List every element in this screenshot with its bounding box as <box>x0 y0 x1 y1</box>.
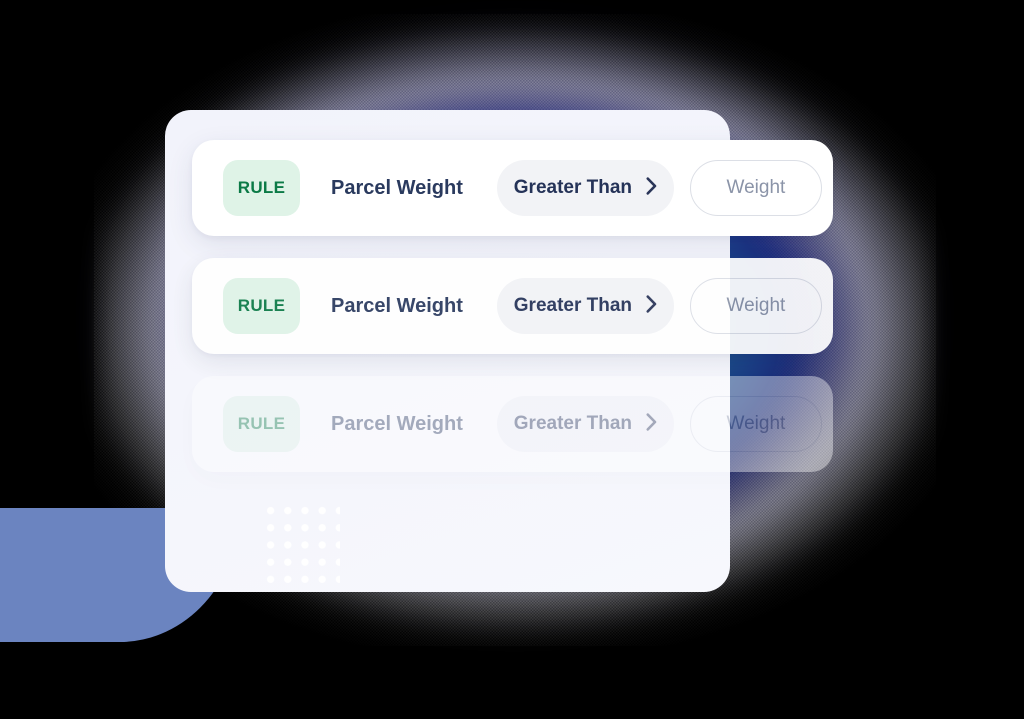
rule-value-input[interactable]: Weight <box>689 278 822 334</box>
rule-value-input[interactable]: Weight <box>689 396 822 452</box>
rules-panel: RULE Parcel Weight Greater Than Weight R… <box>165 110 833 592</box>
rule-row[interactable]: RULE Parcel Weight Greater Than Weight <box>192 258 833 354</box>
rule-badge-label: RULE <box>237 414 286 433</box>
rule-badge-label: RULE <box>237 178 286 197</box>
rule-row[interactable]: RULE Parcel Weight Greater Than Weight <box>192 140 833 236</box>
rule-field-label: Parcel Weight <box>331 294 463 317</box>
chevron-right-icon <box>646 412 657 436</box>
operator-dropdown[interactable]: Greater Than <box>496 160 674 216</box>
rule-badge: RULE <box>223 396 300 452</box>
operator-label: Greater Than <box>513 177 633 198</box>
rule-value-input[interactable]: Weight <box>689 160 822 216</box>
rule-field-label: Parcel Weight <box>331 412 463 435</box>
rule-value-placeholder: Weight <box>726 295 786 316</box>
rule-field-label: Parcel Weight <box>331 176 463 199</box>
operator-dropdown[interactable]: Greater Than <box>496 278 674 334</box>
rule-badge: RULE <box>223 278 300 334</box>
chevron-right-icon <box>646 294 657 318</box>
rules-list: RULE Parcel Weight Greater Than Weight R… <box>192 140 833 494</box>
rule-badge: RULE <box>223 160 300 216</box>
screenshot-stage: RULE Parcel Weight Greater Than Weight R… <box>0 0 1024 719</box>
chevron-right-icon <box>646 176 657 200</box>
dot-grid-decoration <box>262 502 340 592</box>
rule-value-placeholder: Weight <box>726 177 786 198</box>
rule-row[interactable]: RULE Parcel Weight Greater Than Weight <box>192 376 833 472</box>
operator-label: Greater Than <box>513 295 633 316</box>
operator-dropdown[interactable]: Greater Than <box>496 396 674 452</box>
operator-label: Greater Than <box>513 413 633 434</box>
rule-badge-label: RULE <box>237 296 286 315</box>
rule-value-placeholder: Weight <box>726 413 786 434</box>
